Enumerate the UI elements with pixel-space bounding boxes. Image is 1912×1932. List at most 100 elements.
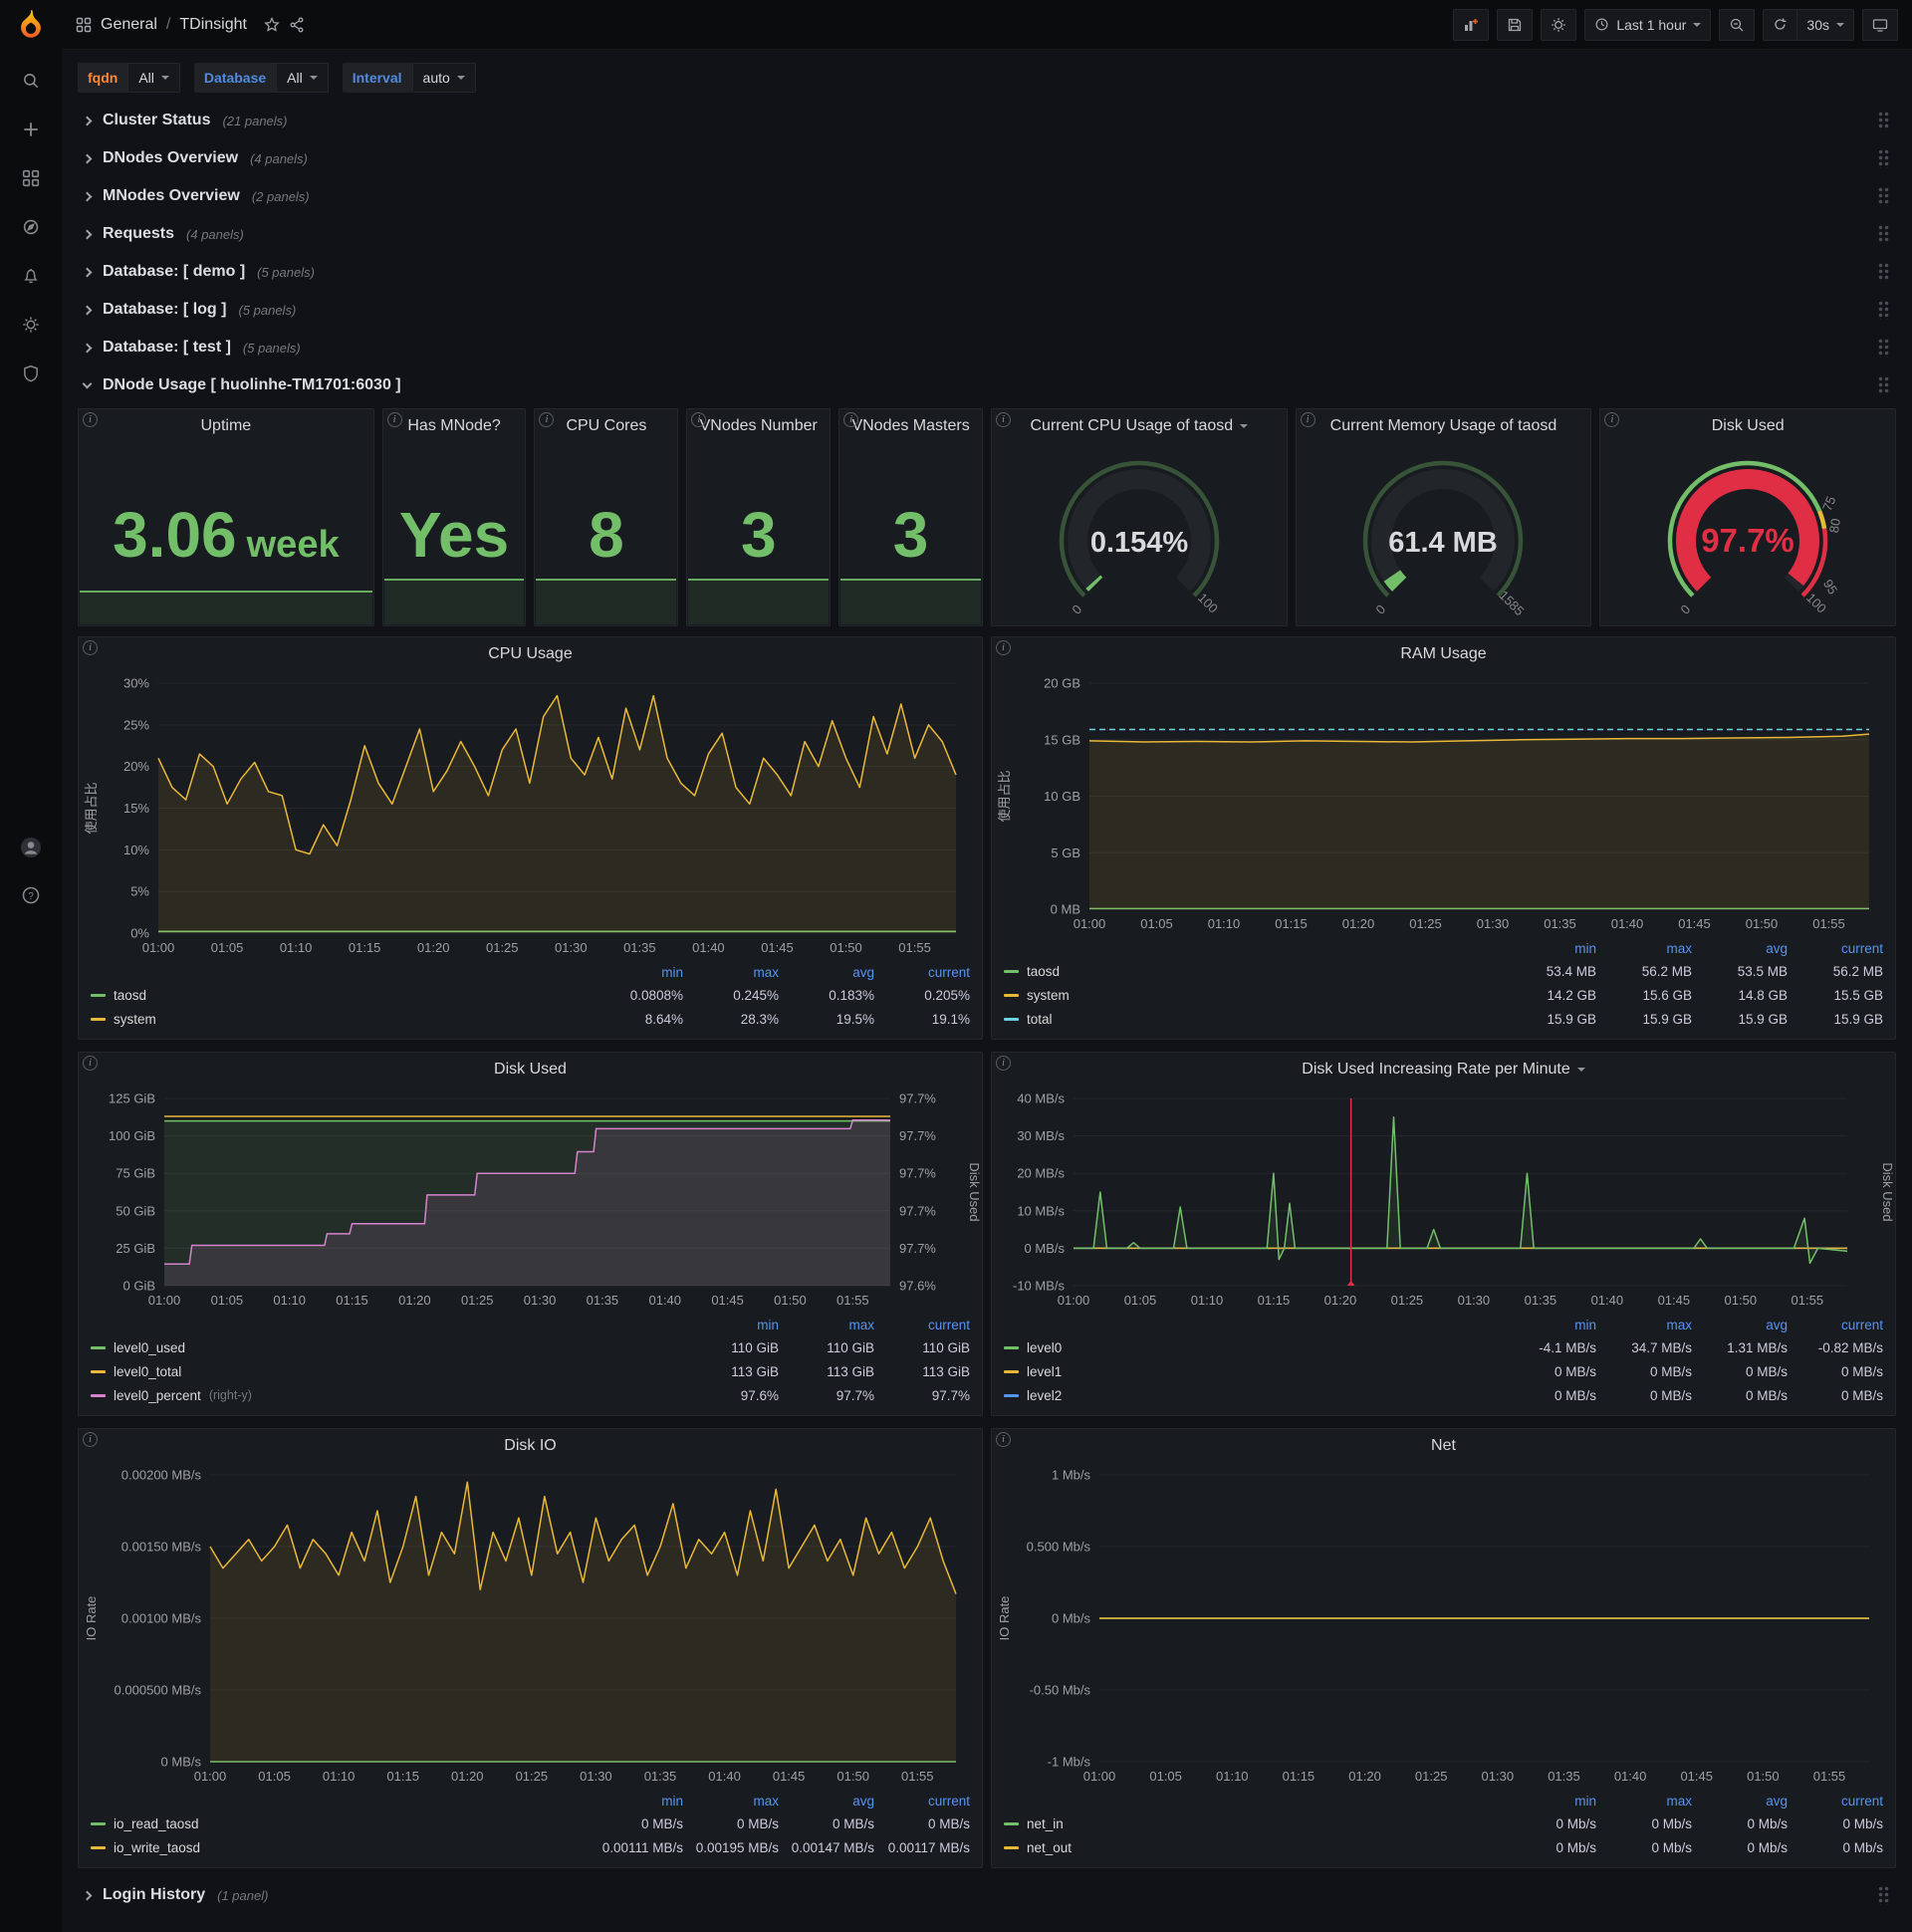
legend-column-max[interactable]: max bbox=[1596, 1318, 1692, 1332]
chart-plot-area[interactable]: 40 MB/s 30 MB/s 20 MB/s 10 MB/s 0 MB/s -10 MB… bbox=[992, 1087, 1895, 1314]
series-name[interactable]: system bbox=[1027, 988, 1070, 1003]
legend-column-min[interactable]: min bbox=[1501, 1318, 1596, 1332]
info-icon[interactable]: i bbox=[386, 412, 402, 427]
panel-title[interactable]: VNodes Number bbox=[687, 409, 830, 443]
create-plus-icon[interactable] bbox=[22, 121, 40, 143]
series-name[interactable]: level0_total bbox=[114, 1364, 181, 1379]
info-icon[interactable]: i bbox=[996, 640, 1011, 655]
series-name[interactable]: level0_used bbox=[114, 1340, 185, 1355]
legend-column-current[interactable]: current bbox=[874, 965, 970, 980]
info-icon[interactable]: i bbox=[83, 1056, 98, 1071]
search-icon[interactable] bbox=[22, 72, 40, 95]
series-name[interactable]: level1 bbox=[1027, 1364, 1062, 1379]
info-icon[interactable]: i bbox=[83, 412, 98, 427]
series-name[interactable]: level2 bbox=[1027, 1388, 1062, 1403]
chart-plot-area[interactable]: 125 GiB 97.7% 100 GiB 97.7% 75 GiB 97.7% 50 Gi… bbox=[79, 1087, 982, 1314]
series-name[interactable]: total bbox=[1027, 1012, 1053, 1027]
legend-column-current[interactable]: current bbox=[1788, 1794, 1883, 1809]
drag-handle-icon[interactable] bbox=[1878, 111, 1890, 130]
drag-handle-icon[interactable] bbox=[1878, 224, 1890, 244]
info-icon[interactable]: i bbox=[995, 412, 1011, 427]
legend-column-avg[interactable]: avg bbox=[1692, 941, 1788, 956]
explore-compass-icon[interactable] bbox=[22, 218, 40, 241]
chart-plot-area[interactable]: 0.00200 MB/s 0.00150 MB/s 0.00100 MB/s 0.00… bbox=[79, 1463, 982, 1790]
legend-column-min[interactable]: min bbox=[1501, 941, 1596, 956]
series-name[interactable]: net_out bbox=[1027, 1840, 1072, 1855]
legend-column-avg[interactable]: avg bbox=[779, 965, 874, 980]
legend-column-current[interactable]: current bbox=[1788, 941, 1883, 956]
series-name[interactable]: level0 bbox=[1027, 1340, 1062, 1355]
zoom-out-button[interactable] bbox=[1719, 8, 1756, 41]
panel-title[interactable]: VNodes Masters bbox=[839, 409, 982, 443]
tv-mode-button[interactable] bbox=[1862, 8, 1898, 41]
drag-handle-icon[interactable] bbox=[1878, 186, 1890, 206]
panel-title[interactable]: Net bbox=[992, 1429, 1895, 1463]
info-icon[interactable]: i bbox=[996, 1432, 1011, 1447]
series-name[interactable]: taosd bbox=[114, 988, 146, 1003]
panel-title[interactable]: CPU Usage bbox=[79, 637, 982, 671]
configuration-gear-icon[interactable] bbox=[22, 316, 40, 339]
breadcrumb-page[interactable]: TDinsight bbox=[179, 16, 247, 34]
variable-value-dropdown[interactable]: All bbox=[127, 63, 180, 93]
panel-title[interactable]: CPU Cores bbox=[535, 409, 677, 443]
dashboard-row-6[interactable]: Database: [ log ] (5 panels) bbox=[78, 295, 1896, 325]
info-icon[interactable]: i bbox=[996, 1056, 1011, 1071]
help-icon[interactable]: ? bbox=[21, 885, 41, 910]
user-avatar[interactable] bbox=[20, 837, 42, 863]
share-icon[interactable] bbox=[289, 17, 305, 33]
series-name[interactable]: io_write_taosd bbox=[114, 1840, 200, 1855]
drag-handle-icon[interactable] bbox=[1878, 375, 1890, 395]
panel-title[interactable]: Has MNode? bbox=[383, 409, 526, 443]
refresh-interval-picker[interactable]: 30s bbox=[1796, 8, 1854, 41]
legend-column-min[interactable]: min bbox=[588, 965, 683, 980]
variable-fqdn[interactable]: fqdn All bbox=[78, 63, 180, 93]
series-name[interactable]: net_in bbox=[1027, 1816, 1064, 1831]
variable-value-dropdown[interactable]: All bbox=[276, 63, 329, 93]
chart-plot-area[interactable]: 20 GB 15 GB 10 GB 5 GB 0 MB 01:00 01:05 01:10 01… bbox=[992, 671, 1895, 937]
drag-handle-icon[interactable] bbox=[1878, 262, 1890, 282]
refresh-button[interactable] bbox=[1763, 8, 1797, 41]
star-icon[interactable] bbox=[264, 16, 280, 33]
breadcrumb-section[interactable]: General bbox=[101, 16, 157, 34]
legend-column-min[interactable]: min bbox=[588, 1794, 683, 1809]
legend-column-current[interactable]: current bbox=[1788, 1318, 1883, 1332]
panel-title[interactable]: Disk IO bbox=[79, 1429, 982, 1463]
variable-Interval[interactable]: Interval auto bbox=[342, 63, 476, 93]
info-icon[interactable]: i bbox=[1300, 412, 1315, 427]
legend-column-max[interactable]: max bbox=[1596, 1794, 1692, 1809]
row-login-history[interactable]: Login History (1 panel) bbox=[78, 1880, 1896, 1910]
drag-handle-icon[interactable] bbox=[1878, 300, 1890, 320]
legend-column-max[interactable]: max bbox=[683, 1794, 779, 1809]
dashboard-row-4[interactable]: Requests (4 panels) bbox=[78, 219, 1896, 249]
variable-Database[interactable]: Database All bbox=[193, 63, 329, 93]
drag-handle-icon[interactable] bbox=[1878, 148, 1890, 168]
drag-handle-icon[interactable] bbox=[1878, 338, 1890, 358]
panel-title[interactable]: RAM Usage bbox=[992, 637, 1895, 671]
panel-title[interactable]: Disk Used bbox=[79, 1053, 982, 1087]
chart-plot-area[interactable]: 1 Mb/s 0.500 Mb/s 0 Mb/s -0.50 Mb/s -1 Mb/s 0… bbox=[992, 1463, 1895, 1790]
series-name[interactable]: io_read_taosd bbox=[114, 1816, 199, 1831]
legend-column-current[interactable]: current bbox=[874, 1794, 970, 1809]
panel-title[interactable]: Current Memory Usage of taosd bbox=[1297, 409, 1591, 443]
legend-column-max[interactable]: max bbox=[1596, 941, 1692, 956]
panel-title[interactable]: Uptime bbox=[79, 409, 373, 443]
panel-title[interactable]: Disk Used Increasing Rate per Minute bbox=[992, 1053, 1895, 1087]
legend-column-avg[interactable]: avg bbox=[1692, 1318, 1788, 1332]
add-panel-button[interactable] bbox=[1453, 8, 1490, 41]
series-name[interactable]: taosd bbox=[1027, 964, 1060, 979]
server-admin-shield-icon[interactable] bbox=[22, 364, 40, 387]
grafana-logo[interactable] bbox=[0, 0, 62, 50]
row-dnode-usage[interactable]: DNode Usage [ huolinhe-TM1701:6030 ] bbox=[78, 370, 1896, 400]
dashboard-row-2[interactable]: DNodes Overview (4 panels) bbox=[78, 143, 1896, 173]
legend-column-avg[interactable]: avg bbox=[1692, 1794, 1788, 1809]
info-icon[interactable]: i bbox=[83, 640, 98, 655]
drag-handle-icon[interactable] bbox=[1878, 1885, 1890, 1905]
legend-column-min[interactable]: min bbox=[1501, 1794, 1596, 1809]
dashboard-row-3[interactable]: MNodes Overview (2 panels) bbox=[78, 181, 1896, 211]
dashboard-row-7[interactable]: Database: [ test ] (5 panels) bbox=[78, 333, 1896, 362]
save-dashboard-button[interactable] bbox=[1497, 8, 1534, 41]
panel-title[interactable]: Disk Used bbox=[1600, 409, 1895, 443]
legend-column-max[interactable]: max bbox=[683, 965, 779, 980]
dashboards-icon[interactable] bbox=[22, 169, 40, 192]
alerting-bell-icon[interactable] bbox=[22, 267, 40, 290]
